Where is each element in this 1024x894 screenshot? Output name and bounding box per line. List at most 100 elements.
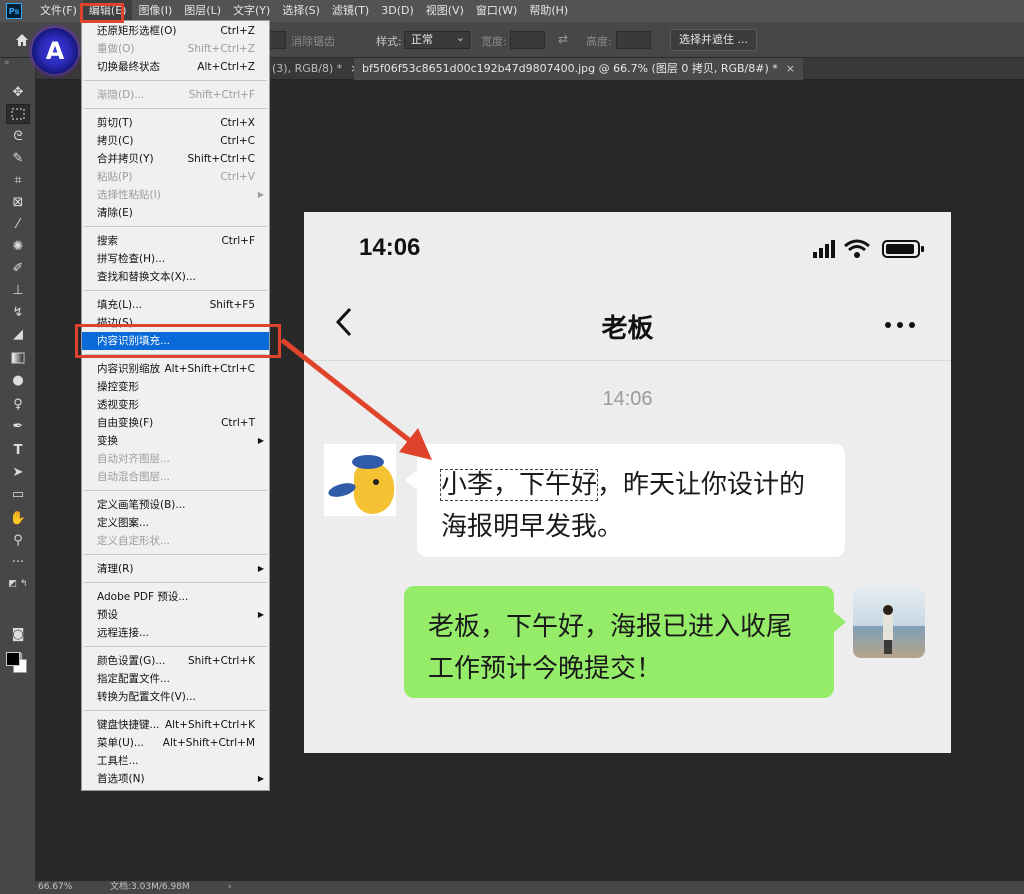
- menu-type[interactable]: 文字(Y): [227, 0, 276, 22]
- menu-separator: [84, 80, 267, 81]
- history-brush-tool-icon[interactable]: ↯: [6, 302, 30, 322]
- select-and-mask-button[interactable]: 选择并遮住 ...: [670, 29, 757, 51]
- menu-item[interactable]: 变换 ▶: [82, 432, 269, 450]
- menu-item[interactable]: 菜单(U)... Alt+Shift+Ctrl+M: [82, 734, 269, 752]
- menu-item: 自动对齐图层...: [82, 450, 269, 468]
- quick-mask-icon[interactable]: ◙: [6, 624, 30, 644]
- rectangular-marquee-tool-icon[interactable]: [6, 104, 30, 124]
- submenu-arrow-icon: ▶: [257, 190, 264, 199]
- menu-item[interactable]: 预设 ▶: [82, 606, 269, 624]
- close-icon[interactable]: ×: [786, 62, 795, 75]
- collapse-icon[interactable]: »: [4, 58, 10, 68]
- menu-item[interactable]: 工具栏...: [82, 752, 269, 770]
- menu-item[interactable]: 拼写检查(H)...: [82, 250, 269, 268]
- menu-item[interactable]: 内容识别缩放 Alt+Shift+Ctrl+C: [82, 360, 269, 378]
- menu-item[interactable]: 键盘快捷键... Alt+Shift+Ctrl+K: [82, 716, 269, 734]
- menu-item[interactable]: 搜索 Ctrl+F: [82, 232, 269, 250]
- height-input[interactable]: [616, 31, 651, 49]
- tab-document-1[interactable]: (3), RGB/8) *×: [264, 58, 368, 80]
- menu-window[interactable]: 窗口(W): [470, 0, 523, 22]
- menu-help[interactable]: 帮助(H): [523, 0, 574, 22]
- menu-item[interactable]: 远程连接...: [82, 624, 269, 642]
- default-colors-icon[interactable]: ◩ ↰: [6, 574, 30, 594]
- more-tools-icon[interactable]: ···: [6, 552, 30, 572]
- menu-item[interactable]: Adobe PDF 预设...: [82, 588, 269, 606]
- menu-item-shortcut: Alt+Ctrl+Z: [197, 61, 255, 73]
- menu-item[interactable]: 自由变换(F) Ctrl+T: [82, 414, 269, 432]
- menu-item: 选择性粘贴(I) ▶: [82, 186, 269, 204]
- menu-item[interactable]: 清理(R) ▶: [82, 560, 269, 578]
- menu-select[interactable]: 选择(S): [276, 0, 326, 22]
- antialias-checkbox[interactable]: [268, 31, 286, 49]
- menu-item[interactable]: 转换为配置文件(V)...: [82, 688, 269, 706]
- avatar: [853, 586, 925, 658]
- clone-stamp-tool-icon[interactable]: ⊥: [6, 280, 30, 300]
- menu-image[interactable]: 图像(I): [132, 0, 178, 22]
- edit-menu: 还原矩形选框(O) Ctrl+Z 重做(O) Shift+Ctrl+Z 切换最终状态 Al…: [81, 20, 270, 791]
- style-select[interactable]: 正常: [404, 30, 470, 49]
- more-icon[interactable]: [885, 322, 915, 328]
- type-tool-icon[interactable]: T: [6, 440, 30, 460]
- divider: [304, 360, 951, 361]
- menu-item-label: 远程连接...: [97, 627, 150, 639]
- brush-tool-icon[interactable]: ✐: [6, 258, 30, 278]
- menu-item[interactable]: 切换最终状态 Alt+Ctrl+Z: [82, 58, 269, 76]
- eraser-tool-icon[interactable]: ◢: [6, 324, 30, 344]
- menu-layer[interactable]: 图层(L): [178, 0, 227, 22]
- menu-item[interactable]: 还原矩形选框(O) Ctrl+Z: [82, 22, 269, 40]
- menu-3d[interactable]: 3D(D): [375, 0, 420, 22]
- dodge-tool-icon[interactable]: ♀: [6, 394, 30, 414]
- hand-tool-icon[interactable]: ✋: [6, 508, 30, 528]
- menu-item-label: 透视变形: [97, 399, 139, 411]
- zoom-level[interactable]: 66.67%: [38, 881, 72, 894]
- menu-item[interactable]: 颜色设置(G)... Shift+Ctrl+K: [82, 652, 269, 670]
- swap-icon[interactable]: ⇄: [558, 32, 568, 46]
- home-icon[interactable]: [14, 32, 30, 48]
- style-label: 样式:: [376, 35, 402, 48]
- blur-tool-icon[interactable]: ●: [6, 370, 30, 390]
- menu-filter[interactable]: 滤镜(T): [326, 0, 375, 22]
- menu-item[interactable]: 操控变形: [82, 378, 269, 396]
- photoshop-logo-icon[interactable]: Ps: [6, 3, 22, 19]
- foreground-color-swatch[interactable]: [6, 652, 20, 666]
- menu-item-label: 搜索: [97, 235, 118, 247]
- zoom-tool-icon[interactable]: ⚲: [6, 530, 30, 550]
- menu-item-label: 定义自定形状...: [97, 535, 171, 547]
- menu-item-shortcut: Shift+Ctrl+C: [187, 153, 255, 165]
- menu-item-label: 剪切(T): [97, 117, 133, 129]
- signal-icon: [813, 240, 835, 258]
- menu-item-shortcut: Alt+Shift+Ctrl+M: [162, 737, 255, 749]
- menu-item[interactable]: 透视变形: [82, 396, 269, 414]
- eyedropper-tool-icon[interactable]: ⁄: [6, 214, 30, 234]
- tab-document-2[interactable]: bf5f06f53c8651d00c192b47d9807400.jpg @ 6…: [354, 58, 803, 80]
- menu-item[interactable]: 剪切(T) Ctrl+X: [82, 114, 269, 132]
- move-tool-icon[interactable]: ✥: [6, 82, 30, 102]
- message-text: 老板，下午好，海报已进入收尾工作预计今晚提交！: [428, 612, 793, 684]
- lasso-tool-icon[interactable]: ᘓ: [6, 126, 30, 146]
- crop-tool-icon[interactable]: ⌗: [6, 170, 30, 190]
- menu-item[interactable]: 定义画笔预设(B)...: [82, 496, 269, 514]
- wifi-icon: [844, 239, 870, 258]
- menu-view[interactable]: 视图(V): [420, 0, 470, 22]
- menu-item[interactable]: 填充(L)... Shift+F5: [82, 296, 269, 314]
- width-input[interactable]: [510, 31, 545, 49]
- menu-item[interactable]: 查找和替换文本(X)...: [82, 268, 269, 286]
- gradient-tool-icon[interactable]: [6, 348, 30, 368]
- menu-item[interactable]: 拷贝(C) Ctrl+C: [82, 132, 269, 150]
- menu-item: 粘贴(P) Ctrl+V: [82, 168, 269, 186]
- menu-item[interactable]: 首选项(N) ▶: [82, 770, 269, 788]
- menu-item[interactable]: 指定配置文件...: [82, 670, 269, 688]
- avatar: [324, 444, 396, 516]
- frame-tool-icon[interactable]: ⊠: [6, 192, 30, 212]
- quick-selection-tool-icon[interactable]: ✎: [6, 148, 30, 168]
- rectangle-tool-icon[interactable]: ▭: [6, 484, 30, 504]
- menu-item[interactable]: 合并拷贝(Y) Shift+Ctrl+C: [82, 150, 269, 168]
- menu-file[interactable]: 文件(F): [34, 0, 83, 22]
- path-selection-tool-icon[interactable]: ➤: [6, 462, 30, 482]
- healing-brush-tool-icon[interactable]: ✺: [6, 236, 30, 256]
- menu-item[interactable]: 定义图案...: [82, 514, 269, 532]
- status-menu-icon[interactable]: ›: [228, 881, 232, 894]
- menu-item[interactable]: 清除(E): [82, 204, 269, 222]
- pen-tool-icon[interactable]: ✒: [6, 416, 30, 436]
- menu-separator: [84, 582, 267, 583]
